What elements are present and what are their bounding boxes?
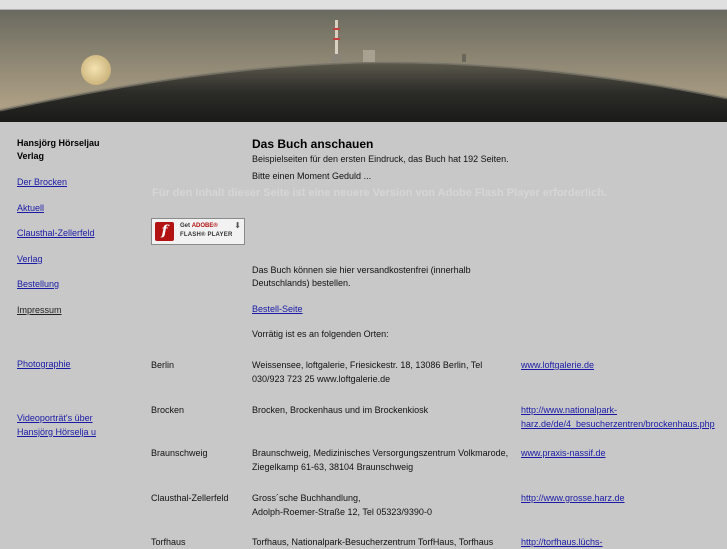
location-link[interactable]: http://www.nationalpark- [521,403,617,417]
location-desc: 030/923 723 25 www.loftgalerie.de [252,374,391,384]
order-text-1: Das Buch können sie hier versandkostenfr… [252,265,471,275]
location-desc: Adolph-Roemer-Straße 12, Tel 05323/9390-… [252,507,432,517]
flash-get-label: Get [180,223,191,229]
download-arrow-icon: ⬇ [234,221,241,230]
location-desc: Torfhaus, Nationalpark-Besucherzentrum T… [252,537,494,547]
nav-videoportrait-line1[interactable]: Videoporträt's über [17,411,93,425]
location-link[interactable]: http://www.grosse.harz.de [521,491,625,505]
location-city: Braunschweig [151,448,208,458]
location-link[interactable]: www.praxis-nassif.de [521,446,606,460]
location-city: Berlin [151,360,175,370]
brand-line-2: Verlag [17,151,45,161]
nav-videoportrait-line2[interactable]: Hansjörg Hörselja u [17,425,96,439]
top-bar [0,0,727,10]
location-link[interactable]: harz.de/de/4_besucherzentren/brockenhaus… [521,417,715,431]
nav-clausthal-zellerfeld[interactable]: Clausthal-Zellerfeld [17,226,95,240]
order-page-link[interactable]: Bestell-Seite [252,302,303,316]
location-desc: Ziegelkamp 61-63, 38104 Braunschweig [252,462,414,472]
wait-text: Bitte einen Moment Geduld ... [252,171,372,181]
stock-intro: Vorrätig ist es an folgenden Orten: [252,329,389,339]
location-link[interactable]: www.loftgalerie.de [521,358,594,372]
flash-button-line2: FLASH® PLAYER [180,232,233,238]
intro-text: Beispielseiten für den ersten Eindruck, … [252,154,509,164]
header-banner-image [0,10,727,122]
sidebar: Hansjörg Hörseljau Verlag Der Brocken Ak… [17,137,137,437]
location-desc: Gross´sche Buchhandlung, [252,493,361,503]
nav-photographie[interactable]: Photographie [17,357,71,371]
location-city: Clausthal-Zellerfeld [151,493,229,503]
get-flash-player-button[interactable]: f Get ADOBE® FLASH® PLAYER ⬇ [151,218,245,245]
nav-impressum[interactable]: Impressum [17,303,62,317]
order-text-2: Deutschlands) bestellen. [252,278,351,288]
nav-der-brocken[interactable]: Der Brocken [17,175,67,189]
nav-bestellung[interactable]: Bestellung [17,277,59,291]
location-desc: Braunschweig, Medizinisches Versorgungsz… [252,448,509,458]
location-desc: Brocken, Brockenhaus und im Brockenkiosk [252,405,429,415]
location-link[interactable]: http://torfhaus.lüchs- [521,535,603,549]
flash-logo-icon: f [155,222,174,241]
location-city: Torfhaus [151,537,186,547]
brand-name: Hansjörg Hörseljau Verlag [17,137,137,163]
nav-aktuell[interactable]: Aktuell [17,201,44,215]
page-title: Das Buch anschauen [252,137,374,151]
nav-verlag[interactable]: Verlag [17,252,43,266]
brand-line-1: Hansjörg Hörseljau [17,138,100,148]
flash-required-notice: Für den Inhalt dieser Seite ist eine neu… [152,187,608,199]
location-city: Brocken [151,405,185,415]
flash-adobe-label: ADOBE® [191,223,218,229]
flash-button-line1: Get ADOBE® [180,223,218,229]
location-desc: Weissensee, loftgalerie, Friesickestr. 1… [252,360,483,370]
